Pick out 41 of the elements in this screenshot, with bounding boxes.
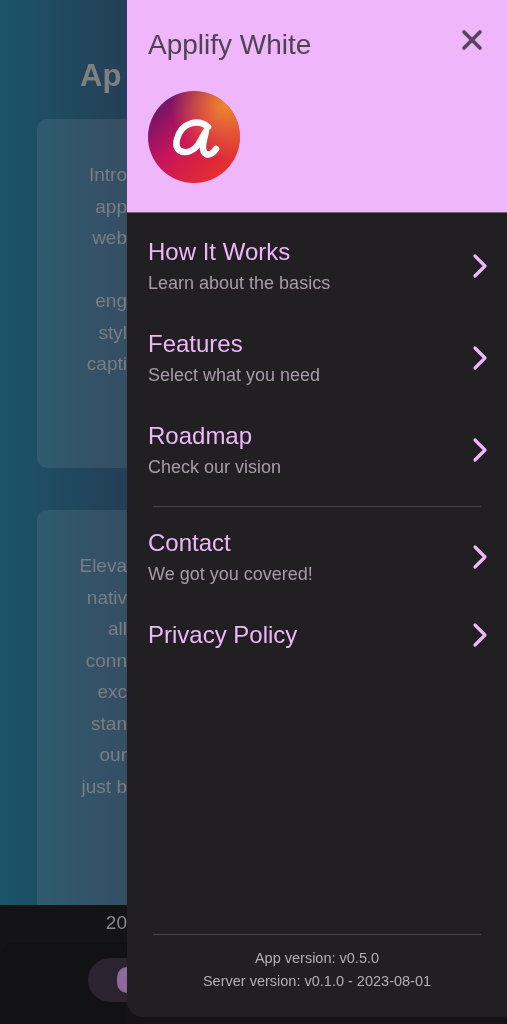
card-text: app	[95, 194, 127, 219]
chevron-right-icon	[472, 437, 488, 463]
card-text: Eleva	[79, 554, 127, 578]
drawer-title: Applify White	[148, 28, 312, 62]
close-icon	[461, 29, 483, 51]
menu-item-subtitle: Check our vision	[148, 456, 282, 479]
card-text: nativ	[86, 585, 127, 610]
card-text: eng	[95, 289, 127, 313]
menu-item-subtitle: Select what you need	[148, 364, 321, 387]
chevron-right-icon	[472, 622, 488, 648]
card-text: capti	[86, 352, 127, 376]
card-text: Intro	[88, 163, 127, 187]
close-button[interactable]	[461, 29, 483, 51]
chevron-right-icon	[472, 544, 488, 570]
card-text: web	[92, 226, 127, 250]
card-text: our	[99, 743, 127, 767]
menu-item[interactable]: Roadmap Check our vision	[127, 414, 507, 506]
menu-item[interactable]: Features Select what you need	[127, 322, 507, 414]
card-text: exc	[97, 680, 127, 704]
nav-pill-button[interactable]	[88, 958, 127, 1002]
menu-item-title: Privacy Policy	[148, 620, 298, 650]
menu-item[interactable]: How It Works Learn about the basics	[127, 230, 507, 322]
chevron-right-icon	[472, 253, 488, 279]
menu-item-title: Features	[148, 329, 244, 359]
menu-item[interactable]: Privacy Policy	[127, 613, 507, 677]
footer-text: 20	[105, 912, 127, 934]
card-text: styl	[98, 320, 127, 345]
menu-item-title: Contact	[148, 528, 232, 558]
page-heading: Ap	[80, 58, 123, 95]
card-text: conn	[85, 648, 127, 673]
menu-item-subtitle: We got you covered!	[148, 563, 313, 586]
card-text: stan	[91, 711, 127, 736]
menu-item[interactable]: Contact We got you covered!	[127, 521, 507, 613]
card-text: all	[108, 617, 127, 641]
menu-item-title: Roadmap	[148, 421, 254, 451]
chevron-right-icon	[472, 345, 488, 371]
menu-item-subtitle: Learn about the basics	[148, 272, 331, 295]
card-text: just b	[81, 774, 127, 799]
menu-item-title: How It Works	[148, 237, 292, 267]
version-text: Server version: v0.1.0 - 2023-08-01	[201, 972, 433, 991]
version-text: App version: v0.5.0	[253, 949, 381, 968]
